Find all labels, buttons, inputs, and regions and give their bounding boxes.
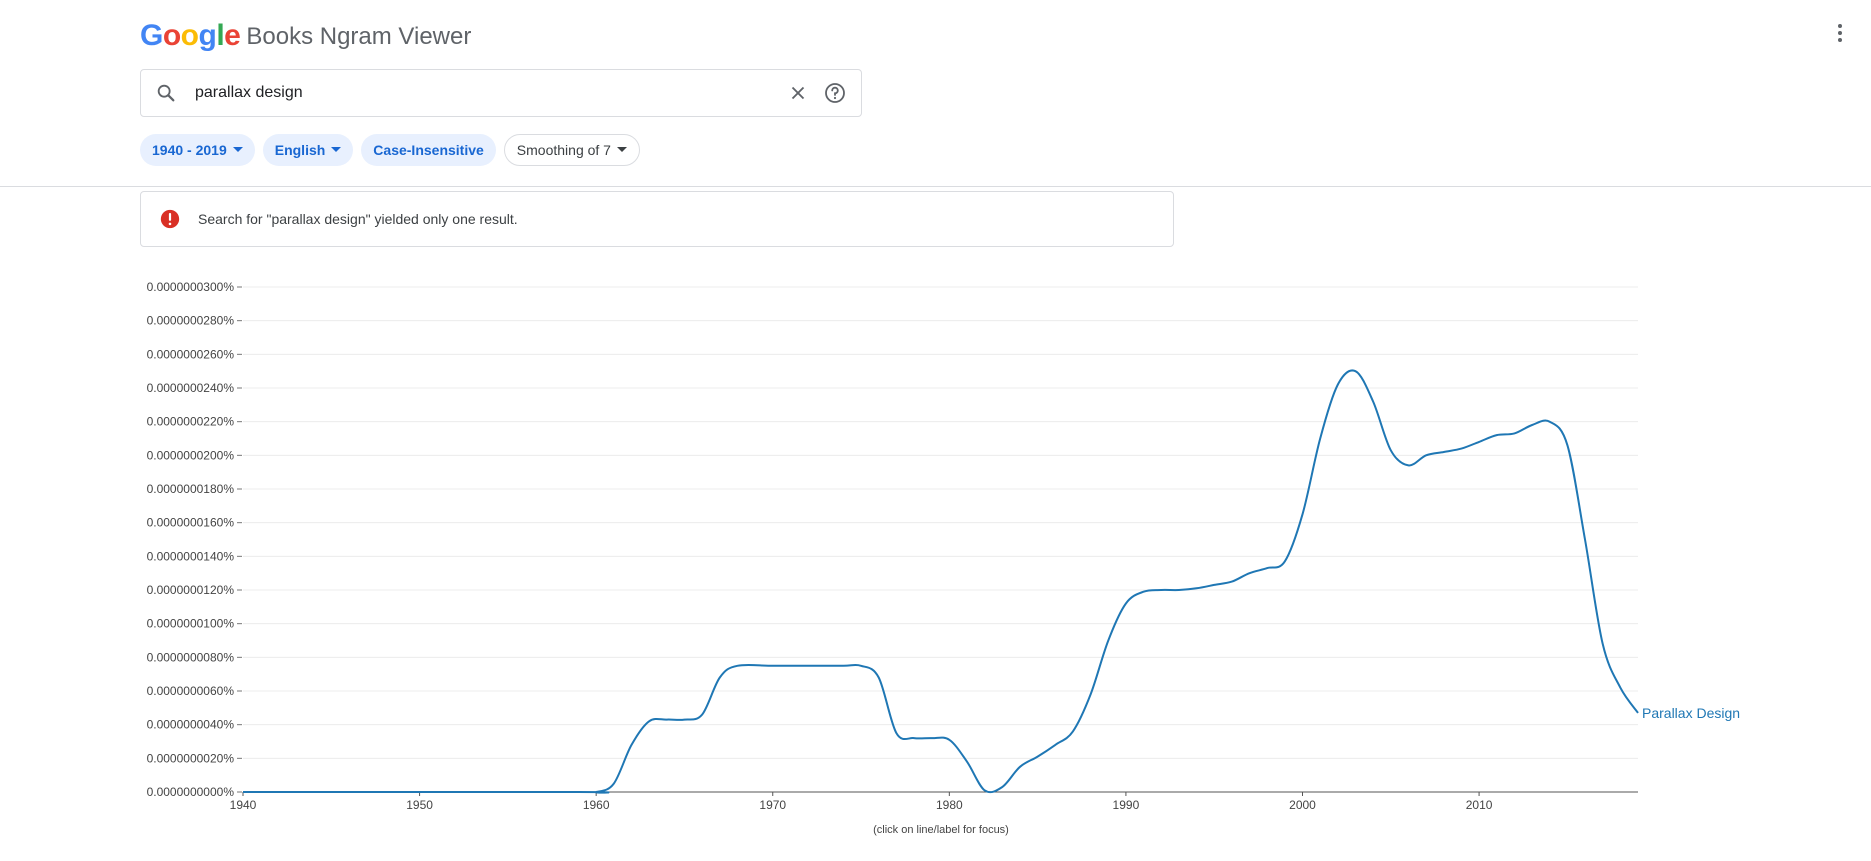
search-box (140, 69, 862, 117)
y-tick-label: 0.0000000100% (147, 617, 235, 631)
logo-letter: G (140, 19, 163, 52)
y-tick-label: 0.0000000180% (147, 482, 235, 496)
x-tick-label: 1990 (1113, 798, 1140, 812)
y-tick-label: 0.0000000220% (147, 415, 235, 429)
corpus-chip[interactable]: English (262, 134, 354, 166)
x-tick-label: 1970 (759, 798, 786, 812)
y-tick-label: 0.0000000000% (147, 785, 235, 799)
chevron-down-icon (331, 146, 342, 152)
y-tick-label: 0.0000000280% (147, 314, 235, 328)
x-tick-label: 1940 (230, 798, 257, 812)
google-logo: Google (140, 19, 241, 53)
y-tick-label: 0.0000000300% (147, 280, 235, 294)
ngram-chart: 0.0000000000% 0.0000000020% 0.0000000040% 0… (147, 280, 1740, 836)
y-tick-label: 0.0000000240% (147, 381, 235, 395)
x-tick-label: 1980 (936, 798, 963, 812)
logo-letter: o (180, 19, 199, 52)
logo-letter: e (224, 19, 241, 52)
x-tick-label: 2000 (1289, 798, 1316, 812)
case-label: Case-Insensitive (373, 142, 484, 158)
y-tick-label: 0.0000000020% (147, 751, 235, 765)
y-tick-label: 0.0000000060% (147, 684, 235, 698)
y-tick-label: 0.0000000200% (147, 448, 235, 462)
clear-icon[interactable] (787, 82, 809, 104)
year-range-label: 1940 - 2019 (152, 142, 227, 158)
year-range-chip[interactable]: 1940 - 2019 (140, 134, 255, 166)
result-alert: Search for "parallax design" yielded onl… (140, 191, 1174, 247)
search-input[interactable] (193, 83, 787, 103)
logo-letter: o (162, 19, 181, 52)
help-icon[interactable] (823, 81, 847, 105)
y-tick-label: 0.0000000160% (147, 516, 235, 530)
series-line-parallax-design[interactable] (243, 369, 1639, 794)
smoothing-label: Smoothing of 7 (516, 142, 611, 158)
error-icon (160, 209, 180, 229)
search-icon (157, 84, 175, 102)
series-label[interactable]: Parallax Design (1642, 705, 1740, 721)
x-tick-label: 2010 (1466, 798, 1493, 812)
product-name: Books Ngram Viewer (246, 23, 472, 50)
y-tick-label: 0.0000000120% (147, 583, 235, 597)
logo-letter: l (216, 19, 225, 52)
y-tick-label: 0.0000000040% (147, 718, 235, 732)
chevron-down-icon (232, 146, 243, 152)
case-chip[interactable]: Case-Insensitive (361, 134, 496, 166)
filter-chips: 1940 - 2019 English Case-Insensitive Smo… (140, 134, 648, 166)
y-tick-label: 0.0000000260% (147, 347, 235, 361)
corpus-label: English (274, 142, 326, 158)
x-tick-label: 1950 (406, 798, 433, 812)
x-tick-label: 1960 (583, 798, 610, 812)
chevron-down-icon (616, 146, 627, 152)
more-vert-icon[interactable] (1834, 24, 1846, 46)
header: Google Books Ngram Viewer 1940 - 2019 En… (0, 0, 1871, 187)
y-tick-label: 0.0000000140% (147, 549, 235, 563)
y-tick-label: 0.0000000080% (147, 650, 235, 664)
smoothing-chip[interactable]: Smoothing of 7 (503, 134, 640, 166)
chart-footnote: (click on line/label for focus) (873, 824, 1009, 836)
logo-letter: g (198, 19, 217, 52)
logo[interactable]: Google Books Ngram Viewer (140, 18, 471, 54)
alert-text: Search for "parallax design" yielded onl… (198, 211, 518, 227)
